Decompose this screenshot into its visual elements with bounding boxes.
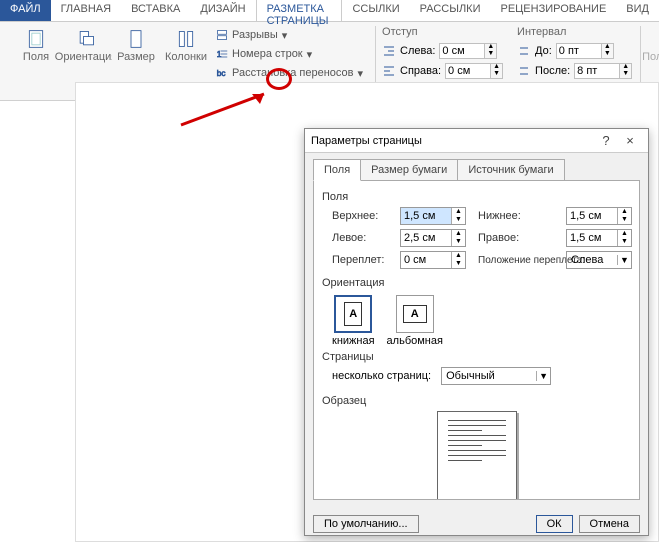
section-pages-title: Страницы xyxy=(322,351,631,363)
dialog-tab-source[interactable]: Источник бумаги xyxy=(457,159,564,181)
indent-left-label: Слева: xyxy=(400,45,435,57)
space-after-icon xyxy=(517,64,531,78)
orientation-icon xyxy=(76,29,96,49)
dialog-close-button[interactable]: × xyxy=(618,133,642,148)
combo-gutter-pos[interactable]: Слева▼ xyxy=(566,251,632,269)
space-after-spinner[interactable]: ▲▼ xyxy=(574,63,632,79)
margins-label: Поля xyxy=(23,51,49,63)
position-button: Положение xyxy=(647,26,659,80)
dialog-tab-paper[interactable]: Размер бумаги xyxy=(360,159,458,181)
svg-text:bc: bc xyxy=(217,69,226,78)
default-button[interactable]: По умолчанию... xyxy=(313,515,419,533)
tab-mailings[interactable]: РАССЫЛКИ xyxy=(410,0,491,21)
ok-button[interactable]: ОК xyxy=(536,515,573,533)
size-label: Размер xyxy=(117,51,155,63)
dialog-footer: По умолчанию... ОК Отмена xyxy=(305,509,648,539)
tab-view[interactable]: ВИД xyxy=(616,0,659,21)
space-after-label: После: xyxy=(535,65,570,77)
indent-left-spinner[interactable]: ▲▼ xyxy=(439,43,497,59)
label-left: Левое: xyxy=(332,232,392,244)
interval-header: Интервал xyxy=(517,26,632,38)
label-multiple-pages: несколько страниц: xyxy=(332,370,431,382)
input-top[interactable]: ▲▼ xyxy=(400,207,466,225)
line-numbers-icon: 1 xyxy=(216,48,228,60)
columns-button[interactable]: Колонки xyxy=(162,26,210,80)
dialog-help-button[interactable]: ? xyxy=(594,133,618,148)
label-top: Верхнее: xyxy=(332,210,392,222)
space-before-icon xyxy=(517,44,531,58)
indent-header: Отступ xyxy=(382,26,503,38)
label-bottom: Нижнее: xyxy=(478,210,558,222)
section-orient-title: Ориентация xyxy=(322,277,631,289)
input-gutter[interactable]: ▲▼ xyxy=(400,251,466,269)
columns-label: Колонки xyxy=(165,51,207,63)
indent-right-icon xyxy=(382,64,396,78)
orientation-button[interactable]: Ориентация xyxy=(62,26,110,80)
breaks-icon xyxy=(216,29,228,41)
input-bottom[interactable]: ▲▼ xyxy=(566,207,632,225)
dialog-titlebar: Параметры страницы ? × xyxy=(305,129,648,153)
line-numbers-button[interactable]: 1 Номера строк ▾ xyxy=(212,45,367,63)
indent-left-icon xyxy=(382,44,396,58)
orientation-label: Ориентация xyxy=(55,51,117,63)
section-fields-title: Поля xyxy=(322,191,631,203)
space-before-spinner[interactable]: ▲▼ xyxy=(556,43,614,59)
tab-review[interactable]: РЕЦЕНЗИРОВАНИЕ xyxy=(491,0,617,21)
size-button[interactable]: Размер xyxy=(112,26,160,80)
tab-insert[interactable]: ВСТАВКА xyxy=(121,0,190,21)
indent-right-label: Справа: xyxy=(400,65,441,77)
section-preview-title: Образец xyxy=(322,395,631,407)
margins-icon xyxy=(26,29,46,49)
label-right: Правое: xyxy=(478,232,558,244)
space-before-label: До: xyxy=(535,45,552,57)
input-right[interactable]: ▲▼ xyxy=(566,229,632,247)
breaks-button[interactable]: Разрывы ▾ xyxy=(212,26,367,44)
tab-references[interactable]: ССЫЛКИ xyxy=(342,0,409,21)
tab-home[interactable]: ГЛАВНАЯ xyxy=(51,0,121,21)
dialog-tab-fields[interactable]: Поля xyxy=(313,159,361,181)
annotation-circle xyxy=(266,68,292,90)
hyphenation-icon: bc xyxy=(216,67,228,79)
input-left[interactable]: ▲▼ xyxy=(400,229,466,247)
dialog-title: Параметры страницы xyxy=(311,135,594,147)
annotation-arrow xyxy=(176,90,276,130)
tab-layout[interactable]: РАЗМЕТКА СТРАНИЦЫ xyxy=(256,0,343,21)
cancel-button[interactable]: Отмена xyxy=(579,515,640,533)
label-gutter: Переплет: xyxy=(332,254,392,266)
page-setup-dialog: Параметры страницы ? × Поля Размер бумаг… xyxy=(304,128,649,536)
tab-design[interactable]: ДИЗАЙН xyxy=(190,0,255,21)
combo-multiple-pages[interactable]: Обычный▼ xyxy=(441,367,551,385)
orientation-landscape[interactable]: A альбомная xyxy=(387,295,443,347)
preview-page xyxy=(437,411,517,500)
size-icon xyxy=(126,29,146,49)
dialog-body: Поля Верхнее: ▲▼ Нижнее: ▲▼ Левое: ▲▼ Пр… xyxy=(313,180,640,500)
ribbon-tabs: ФАЙЛ ГЛАВНАЯ ВСТАВКА ДИЗАЙН РАЗМЕТКА СТР… xyxy=(0,0,659,22)
orientation-portrait[interactable]: A книжная xyxy=(332,295,375,347)
margins-button[interactable]: Поля xyxy=(12,26,60,80)
columns-icon xyxy=(176,29,196,49)
tab-file[interactable]: ФАЙЛ xyxy=(0,0,51,21)
dialog-tabs: Поля Размер бумаги Источник бумаги xyxy=(305,153,648,181)
indent-right-spinner[interactable]: ▲▼ xyxy=(445,63,503,79)
label-gutter-pos: Положение переплета: xyxy=(478,255,558,266)
